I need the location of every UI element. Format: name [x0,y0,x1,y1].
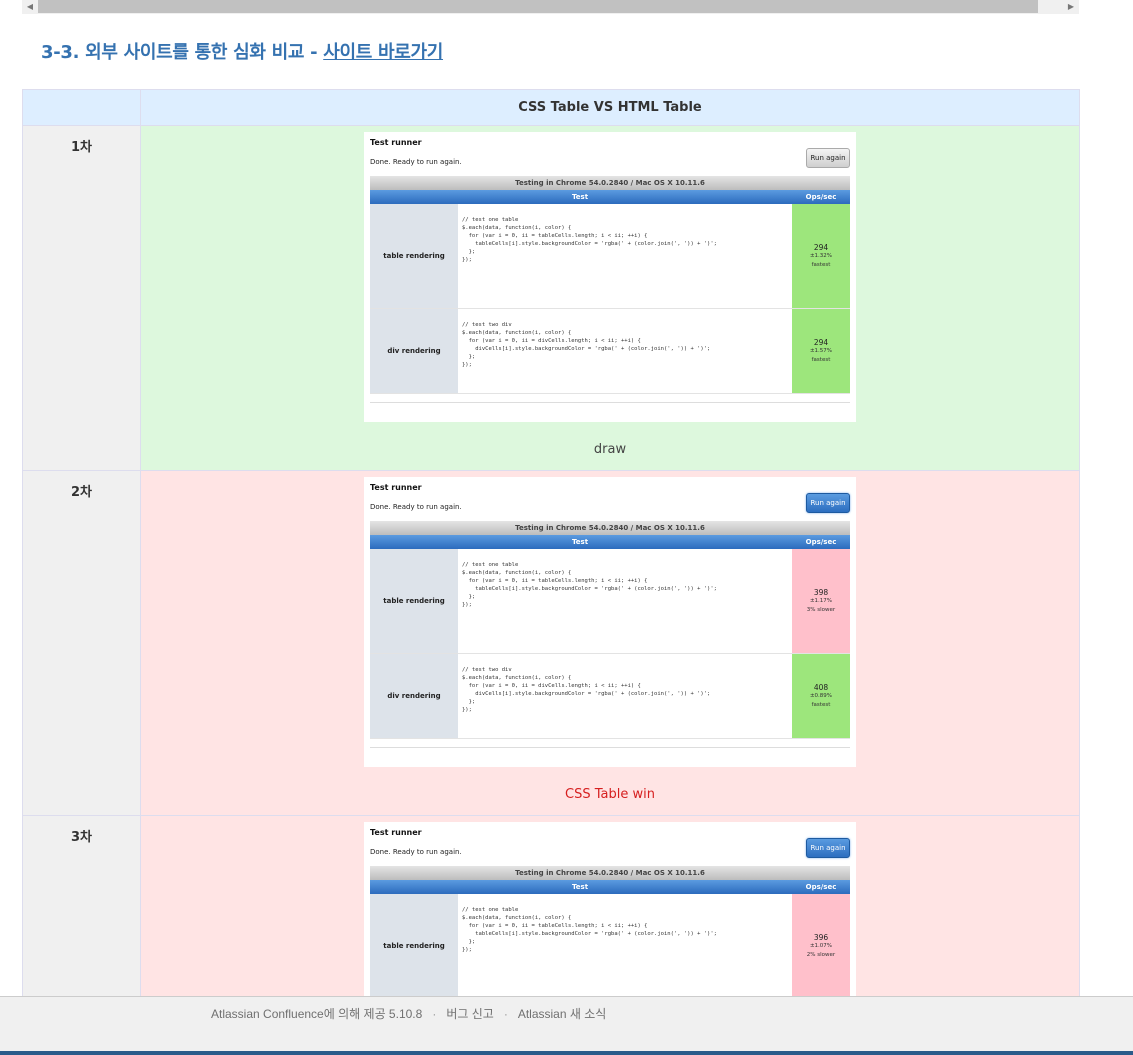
runner-divider [370,402,850,408]
results-header: Test Ops/sec [370,535,850,549]
ops-cell: 398 ±1.17% 3% slower [792,549,850,653]
site-shortcut-link[interactable]: 사이트 바로가기 [323,42,443,63]
scroll-left-arrow-icon[interactable]: ◀ [22,0,38,14]
runner-status: Done. Ready to run again. Run again [364,493,856,521]
section-heading: 3-3. 외부 사이트를 통한 심화 비교 - 사이트 바로가기 [41,38,443,64]
col-ops: Ops/sec [805,193,837,201]
round-label: 2차 [70,485,92,500]
environment-bar: Testing in Chrome 54.0.2840 / Mac OS X 1… [370,521,850,535]
runner-status-text: Done. Ready to run again. [370,848,462,856]
test-name: div rendering [370,309,458,393]
scroll-right-arrow-icon[interactable]: ▶ [1063,0,1079,14]
run-again-button[interactable]: Run again [806,838,850,858]
scrollbar-thumb[interactable] [38,0,1038,13]
ops-note: fastest [811,356,831,363]
results-header: Test Ops/sec [370,190,850,204]
taskbar-strip [0,1051,1133,1055]
environment-bar: Testing in Chrome 54.0.2840 / Mac OS X 1… [370,866,850,880]
runner-status-text: Done. Ready to run again. [370,158,462,166]
col-test: Test [571,883,589,891]
report-bug-link[interactable]: 버그 신고 [446,1007,494,1021]
test-runner-screenshot: Test runner Done. Ready to run again. Ru… [364,822,856,1022]
runner-title: Test runner [370,138,422,147]
results-table: Testing in Chrome 54.0.2840 / Mac OS X 1… [370,866,850,999]
ops-cell: 396 ±1.07% 2% slower [792,894,850,998]
ops-cell: 294 ±1.32% fastest [792,204,850,308]
section-heading-text: 3-3. 외부 사이트를 통한 심화 비교 - [41,42,324,63]
round-label: 1차 [70,140,92,155]
test-name: div rendering [370,654,458,738]
col-ops: Ops/sec [805,538,837,546]
test-code: // test one table $.each(data, function(… [462,217,717,263]
ops-value: 294 [813,242,829,252]
run-again-button[interactable]: Run again [806,148,850,168]
ops-note: fastest [811,701,831,708]
ops-margin: ±1.57% [809,347,833,354]
verdict-text: draw [593,442,627,457]
runner-title: Test runner [370,828,422,837]
horizontal-scrollbar[interactable]: ◀ ▶ [22,0,1079,14]
ops-value: 396 [813,932,829,942]
comparison-table: CSS Table VS HTML Table 1차 Test runner D… [22,89,1080,1023]
run-again-button[interactable]: Run again [806,493,850,513]
round-label-cell: 2차 [22,470,141,816]
round-label: 3차 [70,830,92,845]
result-cell: Test runner Done. Ready to run again. Ru… [140,125,1080,471]
test-row: table rendering // test one table $.each… [370,204,850,309]
test-row: table rendering // test one table $.each… [370,549,850,654]
powered-by-text: Atlassian Confluence에 의해 제공 5.10.8 [211,1007,423,1021]
test-name: table rendering [370,894,458,998]
test-code: // test one table $.each(data, function(… [462,562,717,608]
results-header: Test Ops/sec [370,880,850,894]
test-runner-screenshot: Test runner Done. Ready to run again. Ru… [364,477,856,767]
test-name: table rendering [370,549,458,653]
atlassian-news-link[interactable]: Atlassian 새 소식 [518,1007,606,1021]
runner-divider [370,747,850,753]
test-row: table rendering // test one table $.each… [370,894,850,999]
ops-value: 408 [813,682,829,692]
col-ops: Ops/sec [805,883,837,891]
runner-title: Test runner [370,483,422,492]
result-cell: Test runner Done. Ready to run again. Ru… [140,815,1080,1023]
runner-status: Done. Ready to run again. Run again [364,148,856,176]
col-test: Test [571,538,589,546]
ops-value: 398 [813,587,829,597]
results-table: Testing in Chrome 54.0.2840 / Mac OS X 1… [370,176,850,394]
footer-separator: · [503,1007,508,1021]
test-code: // test two div $.each(data, function(i,… [462,322,711,368]
ops-note: 3% slower [806,606,836,613]
runner-status: Done. Ready to run again. Run again [364,838,856,866]
round-label-cell: 1차 [22,125,141,471]
test-runner-screenshot: Test runner Done. Ready to run again. Ru… [364,132,856,422]
test-code: // test two div $.each(data, function(i,… [462,667,711,713]
header-blank-cell [22,89,141,126]
col-test: Test [571,193,589,201]
page-footer: Atlassian Confluence에 의해 제공 5.10.8 · 버그 신고… [0,996,1133,1055]
ops-note: 2% slower [806,951,836,958]
runner-status-text: Done. Ready to run again. [370,503,462,511]
results-table: Testing in Chrome 54.0.2840 / Mac OS X 1… [370,521,850,739]
footer-links: Atlassian Confluence에 의해 제공 5.10.8 · 버그 신고… [211,1005,606,1022]
round-label-cell: 3차 [22,815,141,1023]
ops-margin: ±0.89% [809,692,833,699]
ops-cell: 294 ±1.57% fastest [792,309,850,393]
test-row: div rendering // test two div $.each(dat… [370,654,850,739]
ops-margin: ±1.17% [809,597,833,604]
environment-bar: Testing in Chrome 54.0.2840 / Mac OS X 1… [370,176,850,190]
table-row: 1차 Test runner Done. Ready to run again.… [22,125,1080,471]
ops-margin: ±1.32% [809,252,833,259]
header-title: CSS Table VS HTML Table [140,89,1080,126]
table-row: 3차 Test runner Done. Ready to run again.… [22,815,1080,1023]
ops-value: 294 [813,337,829,347]
verdict-text: CSS Table win [565,787,655,802]
ops-note: fastest [811,261,831,268]
ops-cell: 408 ±0.89% fastest [792,654,850,738]
result-cell: Test runner Done. Ready to run again. Ru… [140,470,1080,816]
ops-margin: ±1.07% [809,942,833,949]
table-row: 2차 Test runner Done. Ready to run again.… [22,470,1080,816]
test-code: // test one table $.each(data, function(… [462,907,717,953]
test-row: div rendering // test two div $.each(dat… [370,309,850,394]
footer-separator: · [432,1007,437,1021]
test-name: table rendering [370,204,458,308]
